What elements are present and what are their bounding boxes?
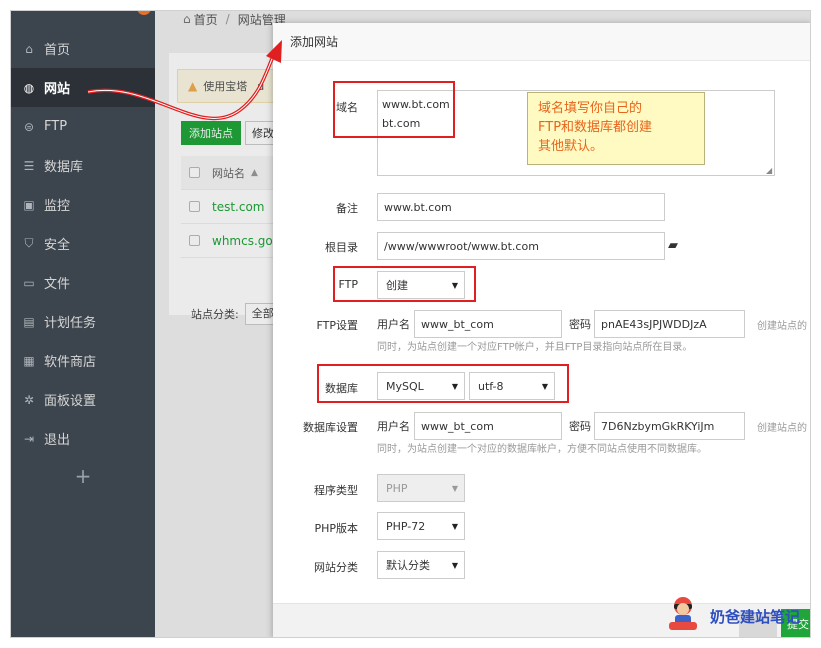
sidebar-item-label: 计划任务 bbox=[44, 316, 97, 331]
add-menu-button[interactable]: + bbox=[11, 461, 155, 491]
annotation-line: 其他默认。 bbox=[538, 139, 604, 154]
sidebar-item-label: 数据库 bbox=[44, 160, 84, 175]
sidebar-item-home[interactable]: ⌂ 首页 bbox=[11, 29, 155, 68]
db-password-input[interactable]: 7D6NzbymGkRKYiJm bbox=[594, 412, 745, 440]
sidebar-item-label: 网站 bbox=[44, 82, 71, 97]
database-icon: ☰ bbox=[23, 158, 35, 173]
db-username-label: 用户名 bbox=[377, 420, 410, 433]
annotation-note: 域名填写你自己的 FTP和数据库都创建 其他默认。 bbox=[527, 92, 705, 165]
db-password-label: 密码 bbox=[569, 420, 591, 433]
sidebar-item-monitor[interactable]: ▣ 监控 bbox=[11, 185, 155, 224]
watermark-text: 奶爸建站笔记 bbox=[710, 608, 801, 626]
app-frame: ⌂ 首页 ◍ 网站 ⊜ FTP ☰ 数据库 ▣ 监控 ⛉ 安全 ▭ 文件 ▤ 计 bbox=[10, 10, 811, 638]
ftp-password-label: 密码 bbox=[569, 318, 591, 331]
shield-icon: ⛉ bbox=[24, 236, 34, 250]
sidebar-item-logout[interactable]: ⇥ 退出 bbox=[11, 419, 155, 458]
watermark: 奶爸建站笔记 bbox=[663, 594, 813, 634]
db-settings-label: 数据库设置 bbox=[303, 421, 358, 434]
chevron-down-icon: ▼ bbox=[451, 560, 458, 570]
sidebar-item-files[interactable]: ▭ 文件 bbox=[11, 263, 155, 302]
ftp-username-input[interactable]: www_bt_com bbox=[414, 310, 562, 338]
highlight-box bbox=[317, 364, 569, 403]
sidebar-item-crontab[interactable]: ▤ 计划任务 bbox=[11, 302, 155, 341]
sidebar-item-label: 面板设置 bbox=[44, 394, 97, 409]
home-icon: ⌂ bbox=[25, 41, 33, 56]
dialog-title: 添加网站 bbox=[273, 23, 810, 61]
folder-icon: ▭ bbox=[23, 275, 35, 290]
gear-icon: ✲ bbox=[23, 392, 35, 407]
php-version-select[interactable]: PHP-72 ▼ bbox=[377, 512, 465, 540]
chevron-down-icon: ▼ bbox=[451, 483, 458, 493]
ftp-tail-text: 创建站点的 bbox=[757, 321, 807, 332]
remark-input[interactable]: www.bt.com bbox=[377, 193, 665, 221]
php-version-value: PHP-72 bbox=[386, 519, 426, 533]
folder-open-icon[interactable]: ▰ bbox=[668, 238, 678, 253]
sidebar-item-label: FTP bbox=[44, 119, 68, 134]
db-username-input[interactable]: www_bt_com bbox=[414, 412, 562, 440]
remark-label: 备注 bbox=[336, 202, 358, 215]
php-version-label: PHP版本 bbox=[314, 522, 358, 535]
site-category-select[interactable]: 默认分类 ▼ bbox=[377, 551, 465, 579]
sidebar-item-website[interactable]: ◍ 网站 bbox=[11, 68, 155, 107]
ftp-settings-label: FTP设置 bbox=[316, 319, 359, 332]
annotation-line: FTP和数据库都创建 bbox=[538, 120, 653, 135]
sidebar-item-label: 软件商店 bbox=[44, 355, 97, 370]
notification-badge bbox=[137, 11, 151, 15]
site-category-value: 默认分类 bbox=[386, 559, 430, 572]
sidebar-item-ftp[interactable]: ⊜ FTP bbox=[11, 107, 155, 146]
chevron-down-icon: ▼ bbox=[451, 521, 458, 531]
sidebar-item-settings[interactable]: ✲ 面板设置 bbox=[11, 380, 155, 419]
root-dir-label: 根目录 bbox=[325, 241, 358, 254]
program-type-value: PHP bbox=[386, 481, 408, 495]
program-type-select: PHP ▼ bbox=[377, 474, 465, 502]
ftp-icon: ⊜ bbox=[23, 119, 35, 134]
sidebar-item-database[interactable]: ☰ 数据库 bbox=[11, 146, 155, 185]
resize-handle-icon[interactable]: ◢ bbox=[766, 167, 774, 175]
root-dir-input[interactable]: /www/wwwroot/www.bt.com bbox=[377, 232, 665, 260]
program-type-label: 程序类型 bbox=[314, 484, 358, 497]
sidebar-item-security[interactable]: ⛉ 安全 bbox=[11, 224, 155, 263]
sidebar-item-label: 退出 bbox=[44, 433, 71, 448]
sidebar-item-store[interactable]: ▦ 软件商店 bbox=[11, 341, 155, 380]
mascot-icon bbox=[669, 597, 697, 630]
schedule-icon: ▤ bbox=[23, 314, 35, 329]
ftp-password-input[interactable]: pnAE43sJPJWDDJzA bbox=[594, 310, 745, 338]
db-hint: 同时，为站点创建一个对应的数据库帐户，方便不同站点使用不同数据库。 bbox=[377, 444, 707, 455]
highlight-box bbox=[333, 81, 455, 138]
globe-icon: ◍ bbox=[23, 80, 35, 95]
sidebar-item-label: 安全 bbox=[44, 238, 71, 253]
add-site-dialog: 添加网站 域名 www.bt.com bt.com ◢ 域名填写你自己的 FTP… bbox=[273, 23, 810, 637]
site-category-label: 网站分类 bbox=[314, 561, 358, 574]
sidebar-item-label: 文件 bbox=[44, 277, 71, 292]
annotation-line: 域名填写你自己的 bbox=[538, 101, 643, 116]
ftp-hint: 同时，为站点创建一个对应FTP帐户，并且FTP目录指向站点所在目录。 bbox=[377, 342, 693, 353]
db-tail-text: 创建站点的 bbox=[757, 423, 807, 434]
apps-icon: ▦ bbox=[23, 353, 35, 368]
monitor-icon: ▣ bbox=[23, 197, 35, 212]
ftp-username-label: 用户名 bbox=[377, 318, 410, 331]
sidebar-item-label: 首页 bbox=[44, 43, 71, 58]
highlight-box bbox=[333, 266, 476, 302]
sidebar-item-label: 监控 bbox=[44, 199, 71, 214]
sidebar: ⌂ 首页 ◍ 网站 ⊜ FTP ☰ 数据库 ▣ 监控 ⛉ 安全 ▭ 文件 ▤ 计 bbox=[11, 11, 155, 637]
logout-icon: ⇥ bbox=[23, 431, 35, 446]
